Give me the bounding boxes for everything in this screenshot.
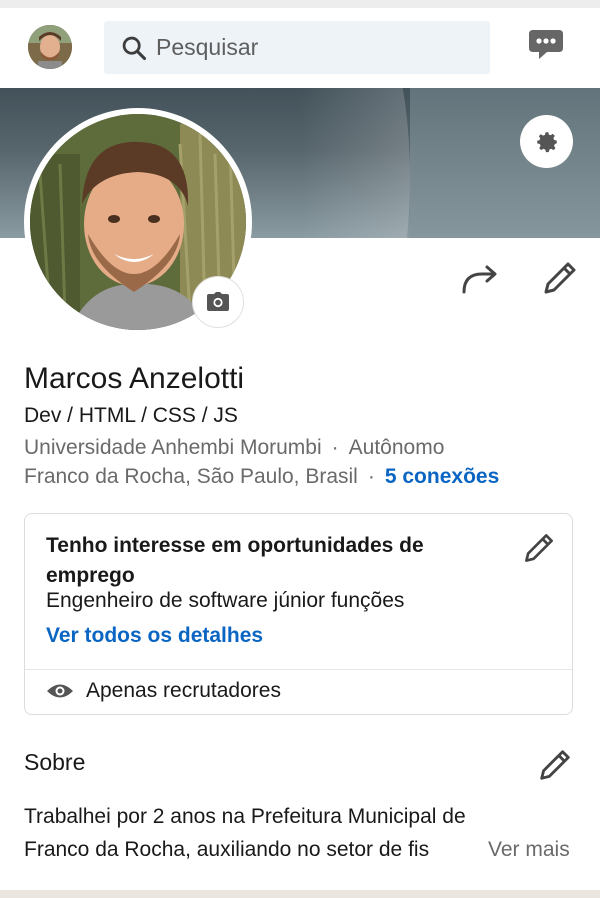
change-photo-button[interactable] (192, 276, 244, 328)
about-text: Trabalhei por 2 anos na Prefeitura Munic… (24, 805, 466, 861)
edit-open-to-work-button[interactable] (521, 530, 557, 566)
avatar[interactable] (28, 25, 72, 69)
pencil-icon (525, 534, 553, 562)
share-profile-button[interactable] (460, 262, 500, 298)
gear-icon (536, 131, 557, 152)
education-link[interactable]: Universidade Anhembi Morumbi (24, 436, 322, 459)
settings-button[interactable] (520, 115, 573, 168)
divider (25, 669, 572, 670)
about-section-title: Sobre (24, 749, 86, 775)
edit-about-button[interactable] (536, 746, 574, 784)
profile-education-line: Universidade Anhembi Morumbi · Autônomo (24, 436, 444, 460)
banner-decoration (410, 88, 600, 238)
share-arrow-icon (462, 265, 497, 294)
pencil-icon (540, 750, 570, 780)
top-bar: Pesquisar (0, 0, 600, 88)
open-to-work-title: Tenho interesse em oportunidades de empr… (46, 534, 424, 587)
profile-headline: Dev / HTML / CSS / JS (24, 404, 238, 427)
search-input[interactable]: Pesquisar (156, 34, 258, 61)
chat-bubble-icon (529, 30, 563, 59)
eye-icon (47, 684, 73, 698)
visibility-row: Apenas recrutadores (46, 679, 281, 703)
camera-icon (207, 292, 229, 311)
open-to-work-roles: Engenheiro de software júnior funções (46, 589, 405, 612)
see-all-details-link[interactable]: Ver todos os detalhes (46, 624, 263, 648)
see-more-link[interactable]: Ver mais (482, 838, 570, 862)
profile-name: Marcos Anzelotti (24, 362, 245, 395)
search-bar[interactable]: Pesquisar (104, 21, 490, 74)
connections-link[interactable]: 5 conexões (385, 465, 499, 488)
profile-location-line: Franco da Rocha, São Paulo, Brasil · 5 con… (24, 465, 499, 489)
pencil-icon (544, 262, 576, 294)
avatar-photo (28, 25, 72, 69)
company-link[interactable]: Autônomo (349, 436, 445, 459)
open-to-work-card: Tenho interesse em oportunidades de empr… (24, 513, 573, 715)
separator: · (367, 465, 375, 488)
banner-decoration (300, 88, 410, 238)
separator: · (331, 436, 339, 459)
search-icon (122, 36, 147, 60)
visibility-label: Apenas recrutadores (86, 679, 281, 702)
messaging-button[interactable] (527, 26, 565, 64)
location-text: Franco da Rocha, São Paulo, Brasil (24, 465, 358, 488)
edit-intro-button[interactable] (540, 258, 580, 298)
bottom-divider (0, 890, 600, 898)
